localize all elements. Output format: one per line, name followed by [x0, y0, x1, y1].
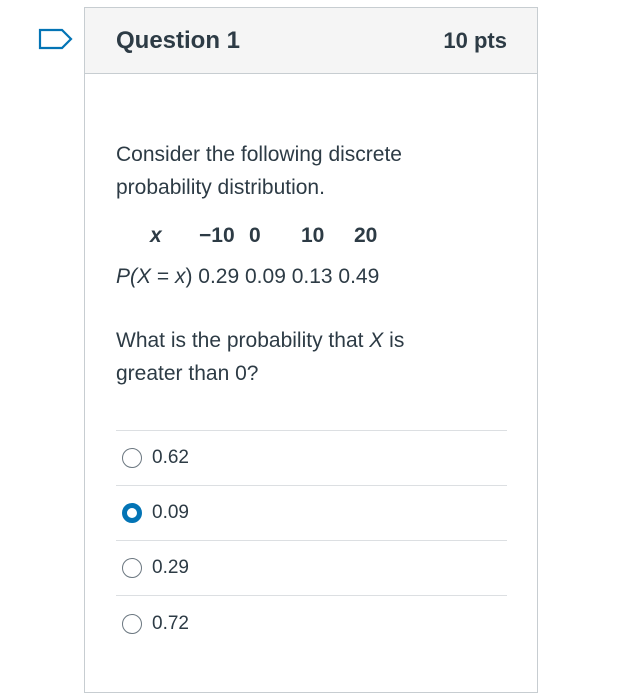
answer-list: 0.62 0.09 0.29 0.72 — [116, 430, 507, 651]
answer-label: 0.09 — [152, 502, 189, 523]
question-prompt: Consider the following discrete probabil… — [116, 143, 402, 199]
radio-button-selected[interactable] — [122, 503, 142, 523]
answer-label: 0.29 — [152, 557, 189, 578]
distribution-x-row: x −10 0 10 20 — [116, 224, 507, 254]
p-label: P(X = x) — [116, 265, 193, 288]
answer-option[interactable]: 0.72 — [116, 596, 507, 651]
distribution-p-row: P(X = x) 0.29 0.09 0.13 0.49 — [116, 262, 507, 292]
question-card: Question 1 10 pts Consider the following… — [84, 7, 538, 693]
answer-option[interactable]: 0.62 — [116, 431, 507, 486]
question-header: Question 1 10 pts — [85, 8, 537, 74]
x-value: 0 — [249, 224, 261, 247]
x-label: x — [150, 224, 162, 247]
p-values: 0.29 0.09 0.13 0.49 — [198, 265, 380, 288]
radio-button[interactable] — [122, 558, 142, 578]
answer-label: 0.72 — [152, 612, 189, 634]
x-value: −10 — [199, 224, 235, 247]
question-body: Consider the following discrete probabil… — [85, 138, 537, 651]
answer-label: 0.62 — [152, 447, 189, 468]
answer-option[interactable]: 0.09 — [116, 486, 507, 541]
question-ask: What is the probability that X is greate… — [116, 329, 405, 385]
question-points: 10 pts — [443, 27, 507, 53]
radio-button[interactable] — [122, 448, 142, 468]
radio-button[interactable] — [122, 613, 142, 634]
x-value: 10 — [301, 224, 325, 247]
x-value: 20 — [354, 224, 378, 247]
answer-option[interactable]: 0.29 — [116, 541, 507, 596]
flag-question-icon[interactable] — [38, 28, 74, 50]
question-title: Question 1 — [116, 26, 241, 54]
